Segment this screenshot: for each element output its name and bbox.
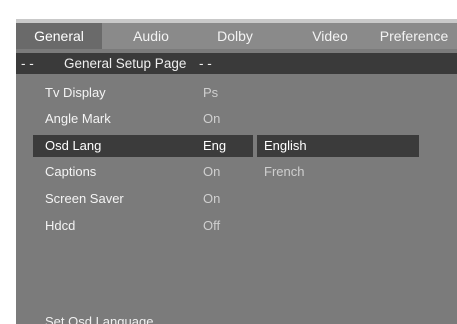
setting-value: On: [203, 111, 221, 126]
setting-label: Captions: [45, 164, 97, 179]
page-title: General Setup Page: [64, 56, 187, 71]
setting-label: Angle Mark: [45, 111, 111, 126]
setting-label: Tv Display: [45, 85, 106, 100]
setting-value: On: [203, 164, 221, 179]
setting-value: Ps: [203, 85, 219, 100]
setting-row-angle-mark[interactable]: Angle Mark On: [16, 108, 457, 130]
setting-label: Osd Lang: [45, 138, 102, 153]
setting-value: Off: [203, 218, 221, 233]
tab-preference[interactable]: Preference: [371, 23, 457, 49]
setting-value: On: [203, 191, 221, 206]
title-prefix-dashes: - -: [21, 56, 34, 71]
tab-general[interactable]: General: [16, 23, 102, 49]
setting-row-hdcd[interactable]: Hdcd Off: [16, 215, 457, 237]
setting-value: Eng: [203, 138, 227, 153]
osd-screen: General Audio Dolby Video Preference - -…: [16, 19, 457, 324]
status-hint: Set Osd Language: [45, 314, 154, 324]
page-title-bar: - - General Setup Page - -: [16, 53, 457, 74]
setting-label: Hdcd: [45, 218, 76, 233]
setting-row-tv-display[interactable]: Tv Display Ps: [16, 82, 457, 104]
option-english[interactable]: English: [257, 135, 419, 157]
tab-video[interactable]: Video: [290, 23, 370, 49]
option-french[interactable]: French: [257, 161, 419, 183]
tab-audio[interactable]: Audio: [102, 23, 200, 49]
setting-label: Screen Saver: [45, 191, 124, 206]
title-suffix-dashes: - -: [199, 56, 212, 71]
tab-dolby[interactable]: Dolby: [200, 23, 270, 49]
tab-bar: General Audio Dolby Video Preference: [16, 19, 457, 49]
setting-row-screen-saver[interactable]: Screen Saver On: [16, 188, 457, 210]
